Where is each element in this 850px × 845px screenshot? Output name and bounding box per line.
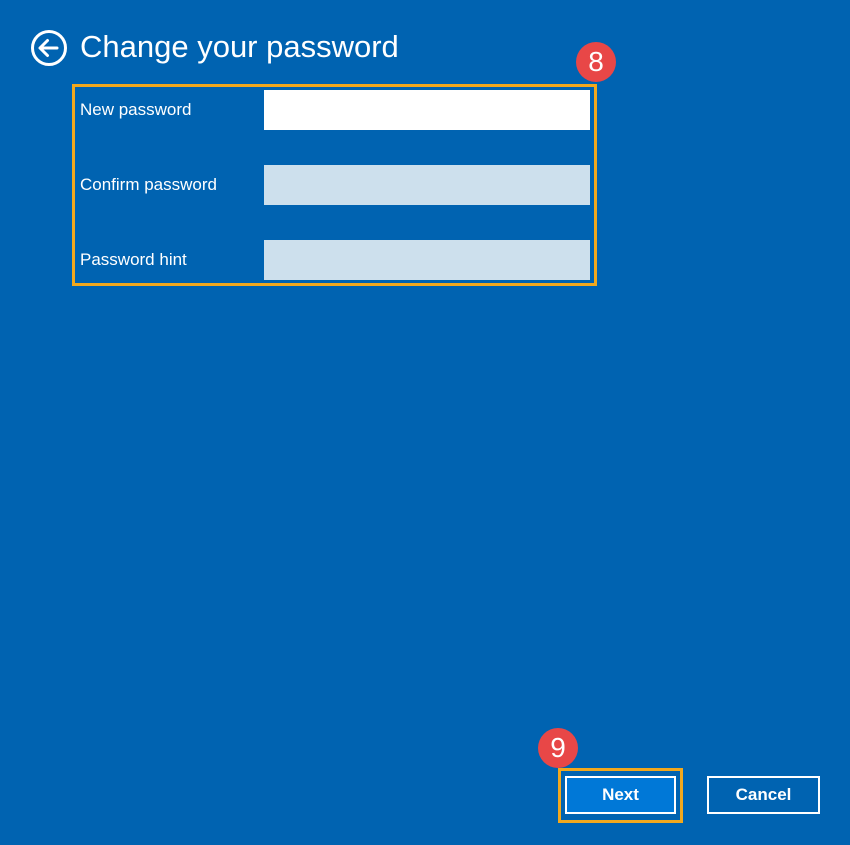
back-button[interactable] (30, 29, 68, 67)
new-password-input[interactable] (264, 90, 590, 130)
back-arrow-circle-icon (30, 29, 68, 67)
next-button[interactable]: Next (565, 776, 676, 814)
new-password-label: New password (80, 100, 192, 119)
step-callout-9: 9 (538, 728, 578, 768)
step-callout-8: 8 (576, 42, 616, 82)
password-hint-input[interactable] (264, 240, 590, 280)
page-title: Change your password (80, 29, 399, 64)
confirm-password-input[interactable] (264, 165, 590, 205)
confirm-password-label: Confirm password (80, 175, 217, 194)
cancel-button[interactable]: Cancel (707, 776, 820, 814)
password-hint-label: Password hint (80, 250, 187, 269)
